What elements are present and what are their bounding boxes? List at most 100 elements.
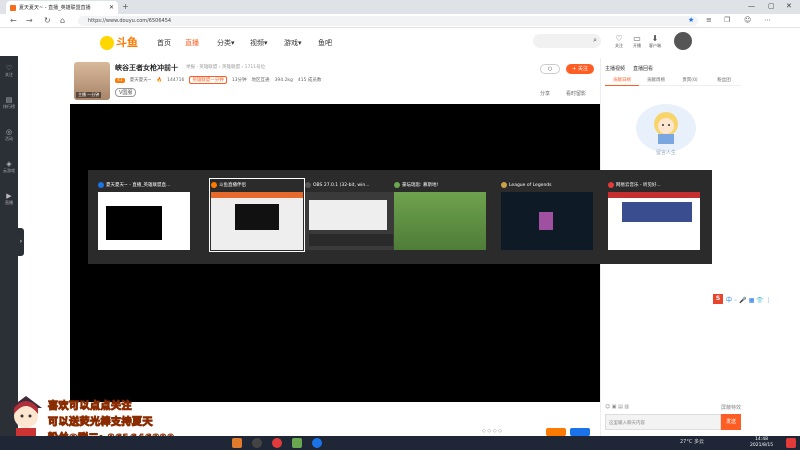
tab-weekly-rank[interactable]: 贡献周榜 [639,76,673,86]
switcher-window-lol[interactable]: League of Legends [501,180,593,250]
activity-icon: ◎ [5,128,13,136]
switcher-window-game[interactable]: 豪坛瑞思: 慕斯地! [394,180,486,250]
anchor-video-link[interactable]: 主播视频 [605,65,625,72]
taskbar-douyu-icon[interactable] [232,438,242,448]
camera-icon: ▭ [633,34,641,43]
notification-icon[interactable] [786,438,796,448]
nav-home[interactable]: 首页 [157,38,171,48]
nav-live[interactable]: 直播 [185,38,199,48]
open-live-button[interactable]: ▭ 开播 [628,34,646,49]
taskbar-game-icon[interactable] [292,438,302,448]
user-avatar[interactable] [674,32,692,50]
room-title: 峡谷王者女枪冲前十 [115,64,178,72]
search-input[interactable]: ⌕ [533,34,601,48]
room-category[interactable]: 举报 · 英雄联盟 › 英雄联盟 › 1711号位 [186,64,265,70]
obs-icon [305,182,311,188]
switcher-window-music[interactable]: 网易云音乐 - 听见好... [608,180,700,250]
follow-header-button[interactable]: ♡ 关注 [610,34,628,49]
tab-title: 夏天夏天~ - 直播_英雄联盟直播 [18,5,91,11]
room-info: 主播 一分钟 峡谷王者女枪冲前十 举报 · 英雄联盟 › 英雄联盟 › 1711… [70,58,600,104]
reading-list-icon[interactable]: ≡ [706,16,712,24]
ime-mode-icon[interactable]: 中 ◦ 🎤 ▦ 👕 ⋮ [726,295,772,304]
nav-game[interactable]: 游戏▾ [284,38,302,48]
heart-icon: ♡ [5,64,13,72]
clock[interactable]: 14:48 2021/8/15 [750,437,773,449]
switcher-window-obs[interactable]: OBS 27.0.1 (32-bit, win... [305,180,397,250]
share-link[interactable]: 分享 [540,90,550,97]
live-icon: ▶ [6,192,12,200]
anchor-name[interactable]: 夏天夏天~ [130,77,152,83]
nav-video[interactable]: 视频▾ [250,38,268,48]
meta-duration: 13分钟 [231,78,247,83]
minimize-icon[interactable]: — [748,2,755,10]
taskbar-edge-icon[interactable] [312,438,322,448]
chat-input[interactable]: 这里输入聊天内容 [605,414,721,430]
anchor-meta-row: 41 夏天夏天~ 🔥 144716 英雄联盟一分钟 13分钟 地区互通 394.… [115,76,321,84]
collections-icon[interactable]: ❐ [724,16,730,24]
follow-button[interactable]: + 关注 [566,64,594,74]
rank-badge[interactable]: 英雄联盟一分钟 [189,76,227,84]
browser-tab[interactable]: 夏天夏天~ - 直播_英雄联盟直播 ✕ [6,1,118,14]
heart-icon: ♡ [615,34,623,43]
site-header: 斗鱼 首页 直播 分类▾ 视频▾ 游戏▾ 鱼吧 ⌕ ♡ 关注 ▭ 开播 ⬇ 客户端 [18,28,800,56]
online-count: 415 成员数 [297,78,322,83]
tab-daily-rank[interactable]: 贡献日榜 [605,76,639,86]
promo-line-1: 喜欢可以点点关注 [48,401,132,413]
hide-effects-toggle[interactable]: 屏蔽特效 [721,404,741,411]
mascot-caption: 留言人生 [656,149,676,156]
hot-value: 144716 [167,77,185,83]
new-tab-button[interactable]: + [122,2,129,11]
reload-icon[interactable]: ↻ [44,16,51,25]
settings-more-icon[interactable]: ⋯ [764,16,771,24]
tab-fans-club[interactable]: 粉丝团 [707,76,741,86]
taskbar-obs-icon[interactable] [252,438,262,448]
replay-link[interactable]: 直播回看 [633,65,653,72]
sidebar-item-activity[interactable]: ◎ 活动 [0,128,18,142]
mascot-image: 留言人生 [636,104,696,156]
switcher-window-douyu-companion[interactable]: 斗鱼直播伴侣 [209,178,305,252]
promo-line-2: 可以送荧光棒支持夏天 [48,417,153,429]
sidebar-item-live[interactable]: ▶ 直播 [0,192,18,206]
close-window-icon[interactable]: ✕ [786,2,792,10]
weather-tray[interactable]: 27°C 多云 [680,438,704,445]
tab-vip[interactable]: 贵宾(0) [673,76,707,86]
gift-button[interactable] [546,428,566,436]
toggle-button[interactable]: ○ [540,64,560,74]
send-button[interactable]: 发送 [721,414,741,430]
search-icon: ⌕ [593,36,597,44]
charge-button[interactable] [570,428,590,436]
douyu-logo[interactable]: 斗鱼 [100,34,138,50]
maximize-icon[interactable]: ▢ [768,2,775,10]
sidebar-collapse-button[interactable]: › [18,228,24,256]
back-icon[interactable]: ← [10,16,17,25]
browser-tab-bar: 夏天夏天~ - 直播_英雄联盟直播 ✕ + — ▢ ✕ [0,0,800,14]
sogou-ime-icon[interactable]: S [713,294,723,304]
douyu-favicon-icon [10,4,16,11]
switcher-window-browser[interactable]: 夏天夏天~ - 直播_英雄联盟直... [98,180,190,250]
taskbar-music-icon[interactable] [272,438,282,448]
profile-icon[interactable]: ☺ [744,16,751,24]
fans-weight: 394.2kg [274,77,293,83]
emoji-icon[interactable]: ☺ ▣ ▤ ▥ [605,404,629,410]
sidebar-item-cloud-game[interactable]: ◈ 云游戏 [0,160,18,174]
close-tab-icon[interactable]: ✕ [109,4,114,11]
ime-toolbar: S 中 ◦ 🎤 ▦ 👕 ⋮ [713,293,800,305]
client-button[interactable]: ⬇ 客户端 [646,34,664,49]
url-input[interactable]: https://www.douyu.com/6506454 [78,16,698,26]
gift-icons[interactable]: ◇ ◇ ◇ ◇ [482,428,502,434]
left-sidebar: ♡ 关注 ▤ 排行榜 ◎ 活动 ◈ 云游戏 ▶ 直播 [0,56,18,436]
hot-icon: 🔥 [156,77,163,83]
sidebar-item-follow[interactable]: ♡ 关注 [0,64,18,78]
home-icon[interactable]: ⌂ [60,16,65,25]
anchor-avatar[interactable]: 主播 一分钟 [74,62,110,100]
chat-toolbar: ☺ ▣ ▤ ▥ 屏蔽特效 [605,404,741,412]
meta-region: 地区互通 [251,78,270,83]
fish-logo-icon [100,36,114,50]
report-link[interactable]: 看时留影 [566,90,586,97]
nav-fishbar[interactable]: 鱼吧 [318,38,332,48]
nav-category[interactable]: 分类▾ [217,38,235,48]
sidebar-item-rank[interactable]: ▤ 排行榜 [0,96,18,110]
v-tag[interactable]: V国服 [115,88,137,97]
favorite-star-icon[interactable]: ★ [688,16,694,24]
forward-icon[interactable]: → [26,16,33,25]
